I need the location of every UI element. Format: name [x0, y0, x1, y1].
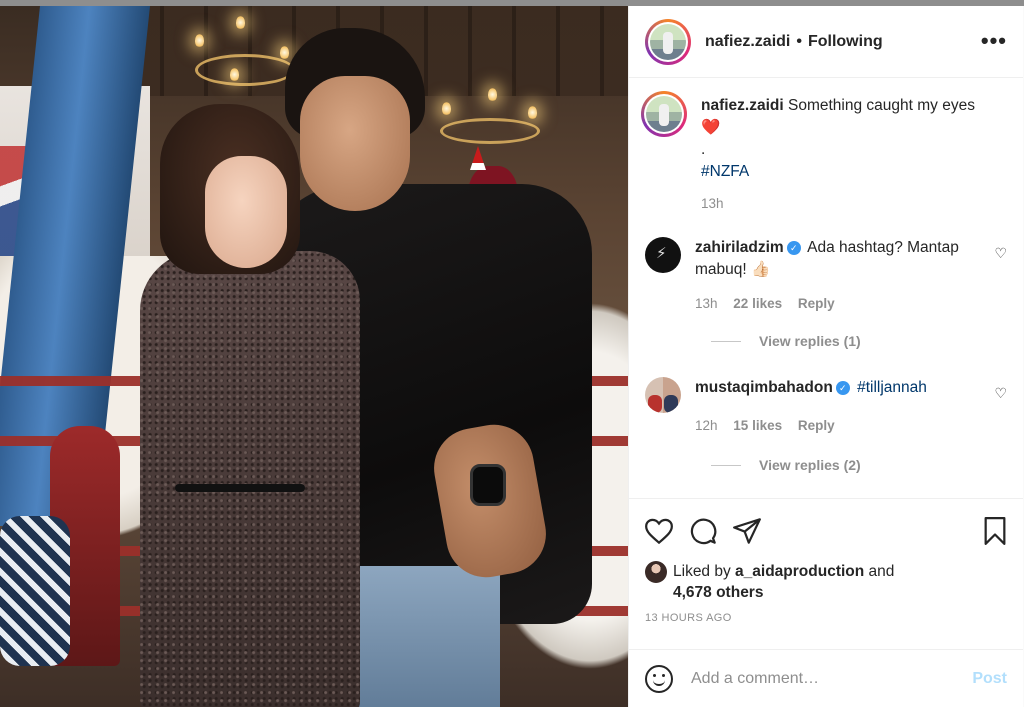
- caption-avatar-image: [646, 96, 682, 132]
- commenter-avatar[interactable]: [645, 237, 681, 273]
- light-bulb: [230, 68, 239, 81]
- light-bulb: [442, 102, 451, 115]
- caption: nafiez.zaidi Something caught my eyes ❤️…: [641, 91, 1007, 215]
- comments-section[interactable]: nafiez.zaidi Something caught my eyes ❤️…: [629, 79, 1023, 497]
- verified-badge-icon: ✓: [835, 381, 850, 395]
- post-photo[interactable]: [0, 6, 628, 707]
- man-face: [300, 76, 410, 211]
- comment-username[interactable]: mustaqimbahadon: [695, 379, 833, 396]
- more-options-icon[interactable]: •••: [981, 28, 1007, 54]
- liker-avatar[interactable]: [645, 561, 667, 583]
- liked-by-connector: and: [868, 563, 895, 580]
- comment-username[interactable]: zahiriladzim: [695, 239, 784, 256]
- comment-item: mustaqimbahadon ✓ #tilljannah 12h 15 like…: [645, 377, 1007, 437]
- post-actions: Liked by a_aidaproduction and 4,678 othe…: [629, 498, 1023, 624]
- comment-like-heart-icon[interactable]: ♡: [994, 385, 1007, 402]
- comment-like-heart-icon[interactable]: ♡: [994, 245, 1007, 262]
- liked-by-user[interactable]: a_aidaproduction: [735, 563, 864, 580]
- like-heart-icon[interactable]: [645, 518, 673, 544]
- replies-divider: [711, 340, 741, 342]
- comment-bubble-icon[interactable]: [689, 517, 717, 545]
- caption-hashtag[interactable]: #NZFA: [701, 161, 981, 183]
- comment-likes[interactable]: 22 likes: [733, 296, 782, 311]
- commenter-avatar[interactable]: [645, 377, 681, 413]
- woman-dress: [140, 251, 360, 707]
- author-username[interactable]: nafiez.zaidi: [705, 33, 790, 51]
- view-replies-label: View replies (2): [759, 457, 861, 473]
- post-timestamp[interactable]: 13 HOURS AGO: [645, 612, 1007, 624]
- woman-belt: [175, 484, 305, 492]
- light-bulb: [528, 106, 537, 119]
- emoji-smiley-icon[interactable]: [645, 664, 673, 693]
- patterned-bag: [0, 516, 70, 666]
- light-bulb: [236, 16, 245, 29]
- caption-time[interactable]: 13h: [701, 193, 981, 215]
- caption-line-2: .: [701, 141, 706, 158]
- view-replies-label: View replies (1): [759, 333, 861, 349]
- verified-badge-icon: ✓: [786, 241, 801, 255]
- post-comment-button[interactable]: Post: [972, 670, 1007, 688]
- replies-divider: [711, 464, 741, 466]
- comment-time[interactable]: 13h: [695, 296, 718, 311]
- author-avatar-image: [650, 23, 686, 60]
- view-replies-button[interactable]: View replies (2): [711, 457, 1007, 473]
- comment-hashtag[interactable]: #tilljannah: [857, 379, 927, 396]
- author-avatar[interactable]: [645, 18, 691, 65]
- light-bulb: [280, 46, 289, 59]
- add-comment-bar: Post: [629, 649, 1023, 707]
- post-header: nafiez.zaidi • Following •••: [629, 6, 1023, 78]
- light-bulb: [195, 34, 204, 47]
- comment-input[interactable]: [691, 669, 973, 688]
- caption-avatar[interactable]: [641, 91, 687, 137]
- light-bulb: [488, 88, 497, 101]
- share-send-icon[interactable]: [733, 518, 761, 544]
- liked-by-prefix: Liked by: [673, 563, 731, 580]
- comment-time[interactable]: 12h: [695, 418, 718, 433]
- chandelier-left: [195, 54, 295, 86]
- liked-by-others[interactable]: 4,678 others: [673, 584, 763, 601]
- post-side-panel: nafiez.zaidi • Following ••• nafiez.zaid…: [628, 6, 1023, 707]
- woman-face: [205, 156, 287, 268]
- caption-username[interactable]: nafiez.zaidi: [701, 97, 784, 114]
- save-bookmark-icon[interactable]: [983, 517, 1007, 545]
- view-replies-button[interactable]: View replies (1): [711, 333, 1007, 349]
- liked-by-summary: Liked by a_aidaproduction and 4,678 othe…: [645, 561, 1007, 603]
- following-button[interactable]: Following: [808, 33, 883, 51]
- comment-item: zahiriladzim✓ Ada hashtag? Mantap mabuq!…: [645, 237, 1007, 315]
- reply-button[interactable]: Reply: [798, 418, 835, 433]
- wristwatch: [470, 464, 506, 506]
- santa-hat: [470, 146, 486, 170]
- chandelier-right: [440, 118, 540, 144]
- header-separator: •: [796, 32, 802, 50]
- comment-likes[interactable]: 15 likes: [733, 418, 782, 433]
- reply-button[interactable]: Reply: [798, 296, 835, 311]
